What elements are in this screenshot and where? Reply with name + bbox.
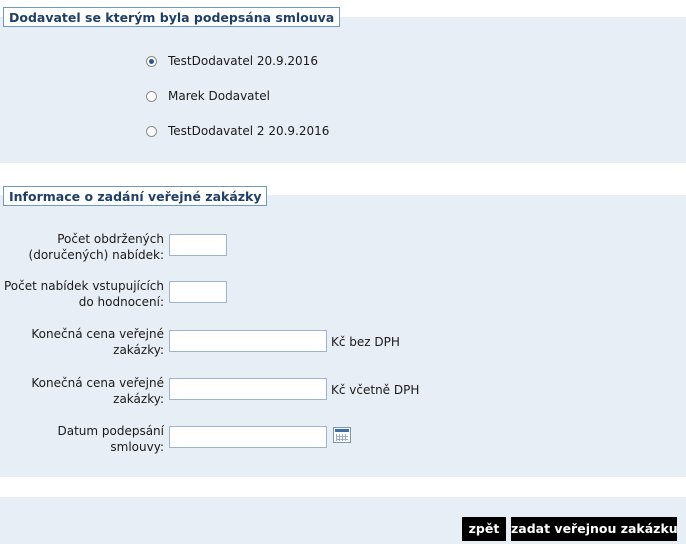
offers-received-label: Počet obdržených (doručených) nabídek: — [28, 232, 164, 262]
signing-date-input[interactable] — [169, 426, 327, 448]
offers-evaluated-input[interactable] — [169, 281, 227, 303]
calendar-icon[interactable] — [333, 427, 351, 443]
supplier-section-legend: Dodavatel se kterým byla podepsána smlou… — [3, 7, 341, 27]
back-button[interactable]: zpět — [462, 517, 506, 541]
price-with-vat-label: Konečná cena veřejné zakázky: — [31, 376, 164, 406]
contract-info-legend: Informace o zadání veřejné zakázky — [3, 186, 268, 206]
supplier-option-label: TestDodavatel 2 20.9.2016 — [168, 124, 330, 138]
supplier-panel — [0, 17, 686, 163]
supplier-option-label: Marek Dodavatel — [168, 89, 270, 103]
supplier-radio-2[interactable] — [146, 90, 157, 102]
supplier-option-2[interactable]: Marek Dodavatel — [146, 87, 270, 105]
supplier-option-label: TestDodavatel 20.9.2016 — [168, 54, 318, 68]
supplier-radio-1[interactable] — [146, 55, 157, 67]
offers-received-input[interactable] — [169, 234, 227, 256]
price-with-vat-unit: Kč včetně DPH — [331, 383, 420, 397]
price-without-vat-unit: Kč bez DPH — [331, 335, 400, 349]
signing-date-label: Datum podepsání smlouvy: — [57, 424, 164, 454]
price-without-vat-label: Konečná cena veřejné zakázky: — [31, 327, 164, 357]
supplier-option-1[interactable]: TestDodavatel 20.9.2016 — [146, 52, 318, 70]
price-without-vat-input[interactable] — [169, 330, 327, 352]
supplier-radio-3[interactable] — [146, 125, 157, 137]
offers-evaluated-label: Počet nabídek vstupujících do hodnocení: — [4, 279, 165, 309]
supplier-option-3[interactable]: TestDodavatel 2 20.9.2016 — [146, 122, 329, 140]
submit-contract-button[interactable]: zadat veřejnou zakázku — [511, 517, 678, 541]
price-with-vat-input[interactable] — [169, 378, 327, 400]
